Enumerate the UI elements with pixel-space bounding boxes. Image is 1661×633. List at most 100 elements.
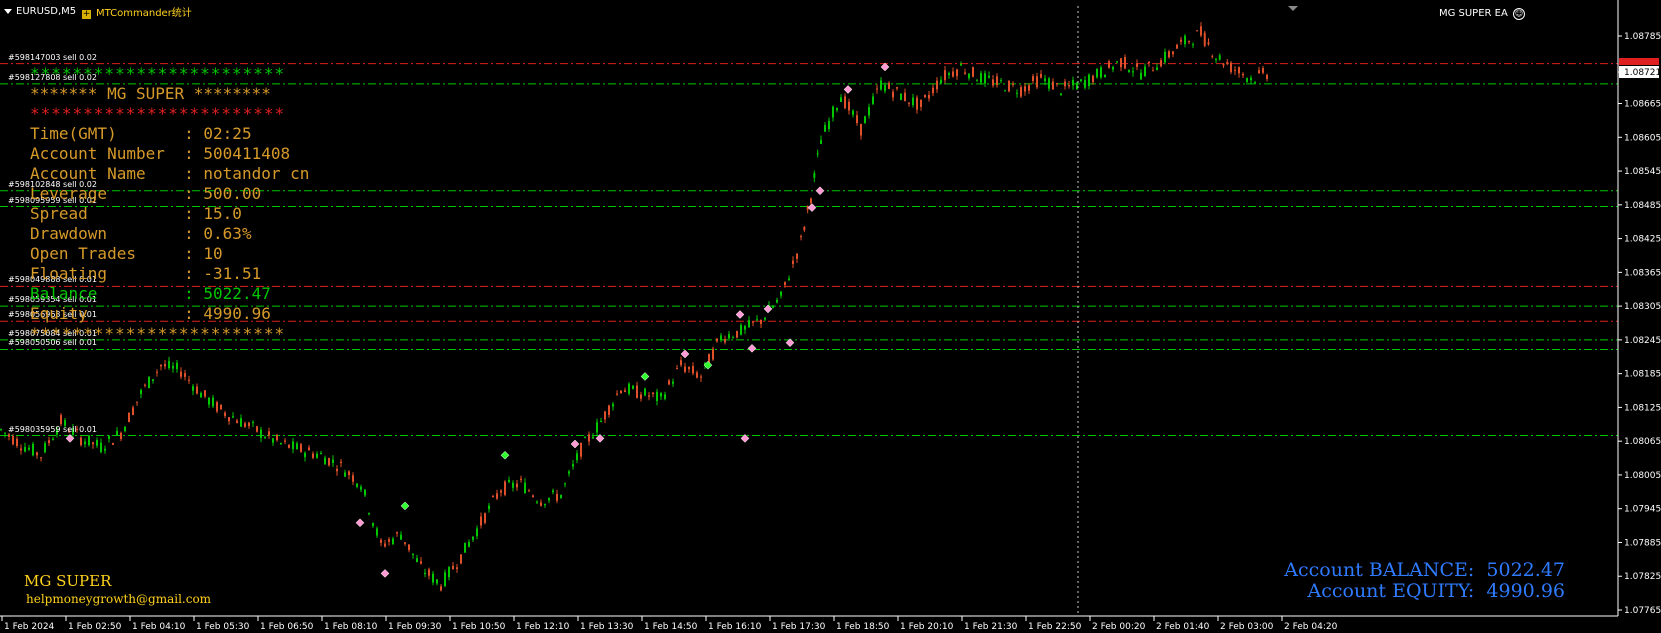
candle-body (136, 401, 138, 403)
symbol-title-text: EURUSD,M5 (16, 6, 77, 17)
candle-body (648, 395, 650, 397)
candle-body (810, 198, 812, 204)
candle-body (264, 437, 266, 439)
candle-body (1188, 41, 1190, 43)
ea-label-text: MG SUPER EA (1438, 8, 1508, 19)
commander-indicator-label[interactable]: + MTCommander统计 (82, 4, 192, 19)
candle-body (716, 338, 718, 342)
candle-body (816, 153, 819, 155)
order-label[interactable]: #598147003 sell 0.02 (8, 53, 97, 62)
candle-body (932, 87, 934, 94)
candle-body (692, 365, 694, 374)
time-tick: 1 Feb 12:10 (516, 622, 570, 632)
candle-body (1238, 67, 1240, 74)
candle-body (1000, 80, 1002, 82)
info-row-value: : 15.0 (184, 204, 242, 223)
candle-body (172, 365, 174, 369)
candle-body (8, 434, 10, 437)
candle-body (984, 73, 986, 84)
candle-body (524, 482, 526, 494)
candle-body (964, 72, 966, 74)
candle-body (732, 337, 734, 339)
candle-body (540, 502, 542, 506)
info-row-value: : 02:25 (184, 124, 252, 143)
time-tick: 1 Feb 05:30 (196, 622, 250, 632)
order-label[interactable]: #598035959 sell 0.01 (8, 425, 97, 434)
price-tick: 1.08125 (1624, 403, 1661, 413)
candle-body (813, 173, 816, 178)
candle-body (788, 278, 790, 281)
candle-body (128, 412, 130, 423)
candle-body (476, 528, 478, 537)
candle-body (924, 94, 926, 98)
candle-body (616, 393, 618, 395)
candle-body (784, 281, 786, 286)
candle-body (684, 366, 686, 372)
brand-name: MG SUPER (24, 572, 112, 590)
candle-body (588, 434, 590, 442)
candle-body (1266, 74, 1268, 79)
balance-label: Account BALANCE: (1284, 559, 1475, 581)
expert-advisor-label[interactable]: MG SUPER EA ☺ (1439, 8, 1525, 20)
candle-body (4, 432, 6, 434)
candle-body (632, 385, 634, 389)
candle-body (756, 319, 758, 321)
candle-body (220, 404, 222, 410)
candle-body (884, 84, 886, 92)
candle-body (400, 534, 402, 540)
candle-body (1203, 32, 1206, 46)
candle-body (792, 260, 794, 265)
price-tick: 1.08721 (1624, 68, 1661, 78)
candle-body (20, 448, 22, 451)
candle-body (472, 536, 474, 540)
candle-body (752, 321, 754, 323)
candle-body (1164, 51, 1166, 63)
candle-body (1024, 86, 1026, 92)
candle-body (512, 482, 514, 488)
info-row-value: : 500411408 (184, 144, 291, 163)
candle-body (196, 386, 198, 394)
candle-body (1104, 74, 1106, 78)
ask-price-tag (1619, 58, 1659, 66)
candle-body (1234, 69, 1236, 71)
candle-body (412, 553, 414, 556)
time-tick: 1 Feb 16:10 (708, 622, 762, 632)
candle-body (1152, 70, 1154, 72)
brand-email: helpmoneygrowth@gmail.com (26, 592, 212, 606)
candle-body (500, 490, 502, 493)
candle-body (44, 443, 46, 453)
candle-body (640, 394, 642, 399)
candle-body (532, 495, 534, 498)
candle-body (200, 392, 202, 398)
candle-body (52, 438, 54, 441)
candle-body (748, 320, 750, 328)
candle-body (224, 412, 226, 416)
candle-body (608, 405, 610, 415)
plus-icon[interactable]: + (82, 10, 91, 19)
candle-body (380, 539, 382, 543)
candle-body (972, 67, 974, 77)
candle-body (32, 443, 34, 456)
candle-body (468, 542, 470, 547)
candle-body (292, 441, 294, 450)
candle-body (460, 554, 462, 564)
candle-body (1254, 81, 1256, 83)
info-row: Equity : 4990.96 (30, 304, 309, 324)
candle-body (288, 444, 290, 448)
candle-body (744, 326, 746, 330)
candle-body (348, 471, 350, 476)
dropdown-triangle-icon[interactable] (4, 8, 12, 14)
candle-body (88, 435, 90, 446)
candle-body (192, 386, 194, 391)
candle-body (24, 447, 26, 452)
time-tick: 1 Feb 04:10 (132, 622, 186, 632)
candle-body (944, 70, 946, 81)
candle-body (896, 87, 898, 89)
candle-body (548, 497, 550, 501)
candle-body (920, 99, 922, 107)
symbol-title[interactable]: EURUSD,M5 (4, 6, 76, 17)
candle-body (168, 360, 170, 369)
candle-body (1176, 44, 1178, 49)
candle-body (328, 458, 330, 466)
candle-body (1250, 77, 1252, 81)
